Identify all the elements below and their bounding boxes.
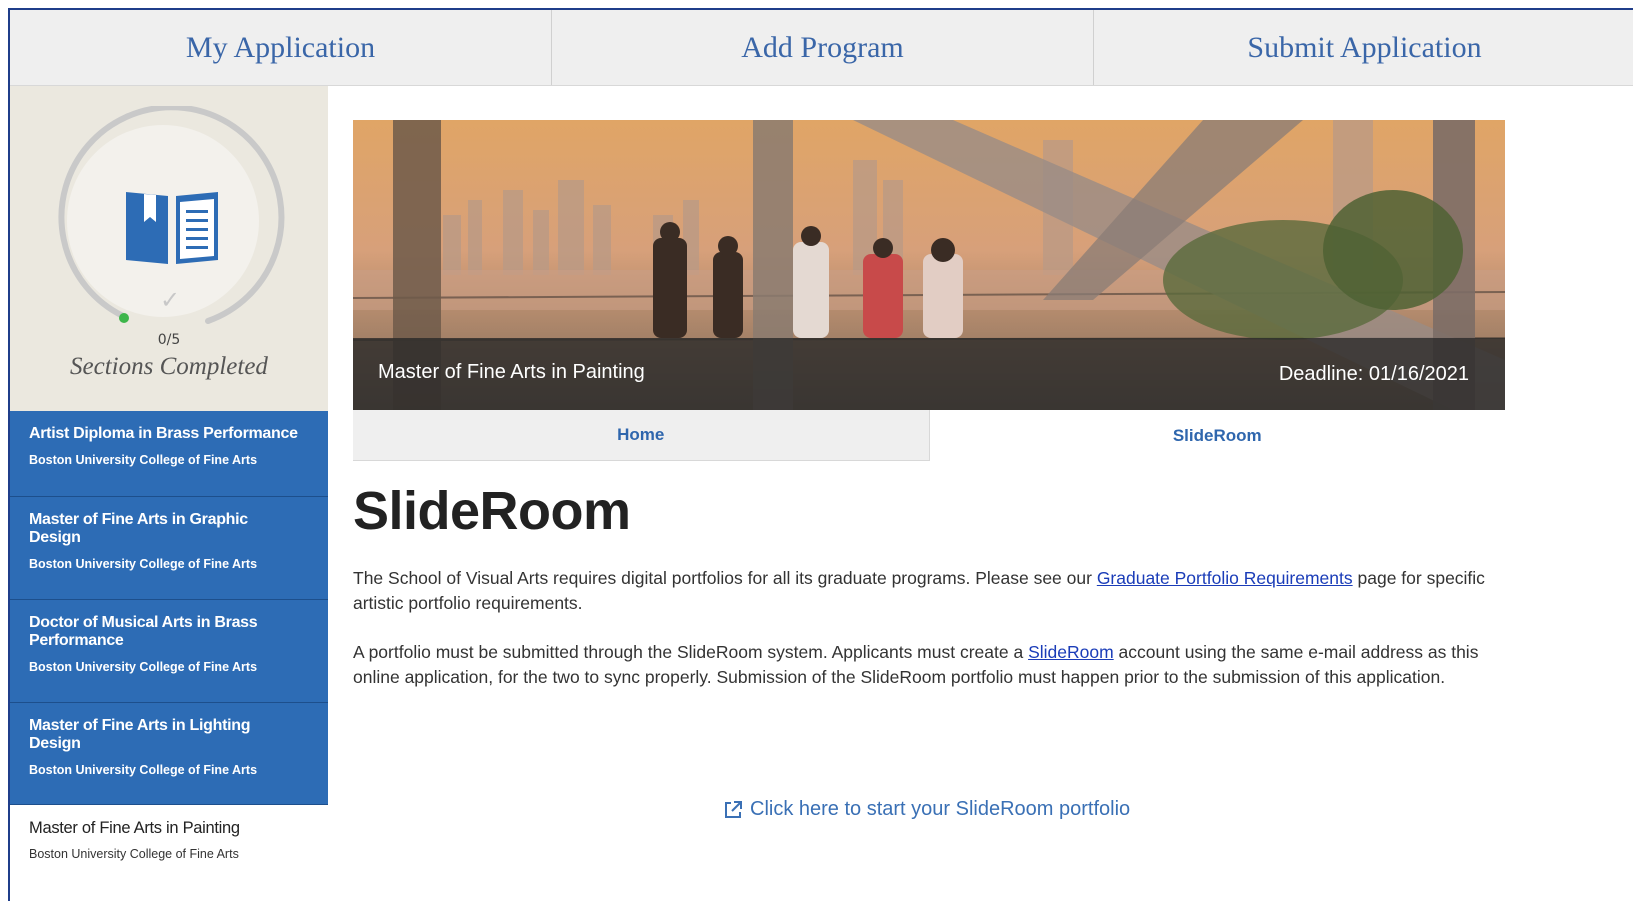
program-item[interactable]: Master of Fine Arts in Graphic Design Bo… [10,497,328,600]
program-item-active[interactable]: Master of Fine Arts in Painting Boston U… [10,805,328,901]
start-link-label: Click here to start your SlideRoom portf… [750,798,1131,820]
subtab-slideroom[interactable]: SlideRoom [929,410,1505,461]
program-banner: Master of Fine Arts in Painting Deadline… [353,120,1505,410]
progress-start-dot [119,313,129,323]
intro-paragraph: The School of Visual Arts requires digit… [353,566,1503,616]
progress-panel: ✓ 0/5 Sections Completed [10,86,328,411]
tab-submit-application[interactable]: Submit Application [1094,10,1633,85]
program-school: Boston University College of Fine Arts [29,763,258,777]
book-icon [126,192,218,264]
banner-deadline: Deadline: 01/16/2021 [1278,363,1469,385]
external-link-icon [725,800,742,818]
sections-count: 0/5 [157,332,181,348]
program-name: Master of Fine Arts in Lighting Design [29,717,251,752]
tab-add-program[interactable]: Add Program [552,10,1094,85]
program-school: Boston University College of Fine Arts [29,660,258,674]
intro-text: The School of Visual Arts requires digit… [353,568,1097,588]
program-item[interactable]: Master of Fine Arts in Lighting Design B… [10,703,328,805]
graduate-portfolio-requirements-link[interactable]: Graduate Portfolio Requirements [1097,568,1353,588]
tab-my-application[interactable]: My Application [10,10,552,85]
sub-tabs: Home SlideRoom [353,410,1505,461]
slideroom-paragraph: A portfolio must be submitted through th… [353,640,1503,690]
program-list: Artist Diploma in Brass Performance Bost… [10,411,328,901]
subtab-home[interactable]: Home [353,410,930,461]
program-name: Doctor of Musical Arts in Brass Performa… [29,614,258,649]
program-name: Artist Diploma in Brass Performance [29,425,298,442]
banner-program-title: Master of Fine Arts in Painting [378,361,645,383]
program-school: Boston University College of Fine Arts [29,557,258,571]
program-item[interactable]: Doctor of Musical Arts in Brass Performa… [10,600,328,703]
top-nav: My Application Add Program Submit Applic… [10,10,1633,86]
program-school: Boston University College of Fine Arts [29,453,258,467]
checkmark-icon: ✓ [160,287,181,314]
program-name: Master of Fine Arts in Graphic Design [29,511,248,546]
slideroom-text: A portfolio must be submitted through th… [353,642,1029,662]
start-slideroom-portfolio-link[interactable]: Click here to start your SlideRoom portf… [722,798,1130,821]
app-frame: My Application Add Program Submit Applic… [8,8,1633,901]
sections-completed-label: Sections Completed [70,353,268,380]
page-title: SlideRoom [353,481,631,541]
slideroom-link[interactable]: SlideRoom [1028,642,1114,662]
program-school: Boston University College of Fine Arts [29,847,239,861]
program-name: Master of Fine Arts in Painting [29,819,240,837]
program-item[interactable]: Artist Diploma in Brass Performance Bost… [10,411,328,497]
sidebar: ✓ 0/5 Sections Completed Artist Diploma … [10,86,328,901]
